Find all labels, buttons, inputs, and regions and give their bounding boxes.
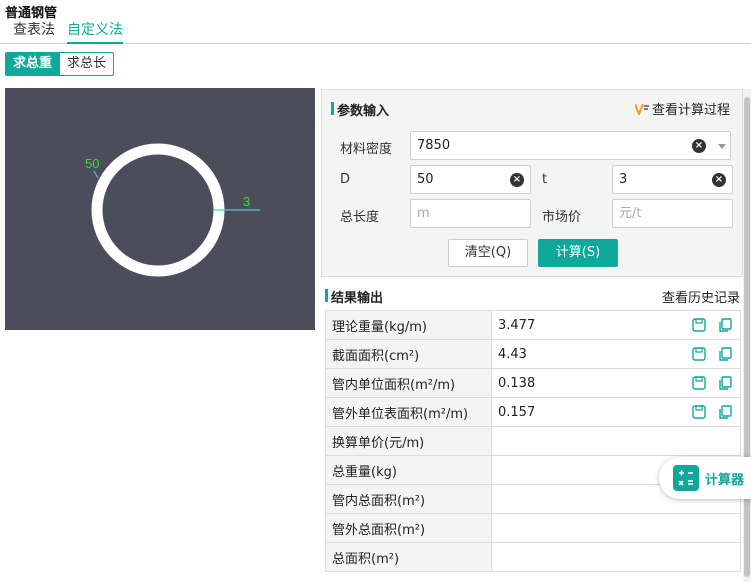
pipe-ring <box>91 143 225 277</box>
result-value-cell <box>491 542 741 572</box>
chevron-down-icon[interactable] <box>718 144 726 149</box>
t-value: 3 <box>619 172 628 187</box>
calculator-button[interactable]: 计算器 <box>659 457 751 499</box>
result-value: 3.477 <box>498 317 536 333</box>
result-label: 总重量(kg) <box>325 455 492 485</box>
scrollbar[interactable] <box>743 89 751 582</box>
row-actions <box>692 376 732 390</box>
result-label: 换算单价(元/m) <box>325 426 492 456</box>
thickness-label: 3 <box>243 194 250 209</box>
row-actions <box>692 405 732 419</box>
result-value: 0.138 <box>498 375 536 391</box>
result-value-cell: 3.477 <box>491 310 741 340</box>
d-value: 50 <box>417 172 434 187</box>
result-label: 管外单位表面积(m²/m) <box>325 397 492 427</box>
length-label: 总长度 <box>340 210 380 225</box>
length-input[interactable]: m <box>410 199 531 228</box>
total-length-button[interactable]: 求总长 <box>60 52 115 76</box>
results-title: 结果输出 <box>325 287 383 306</box>
params-panel: 参数输入 查看计算过程 材料密度 7850 × D 50 × t 3 × 总长度… <box>321 89 743 277</box>
results-table: 理论重量(kg/m) 3.477 截面面积(cm²) 4.43 管内单位面积(m²/m)… <box>325 310 741 572</box>
copy-icon[interactable] <box>718 376 732 390</box>
result-value-cell: 4.43 <box>491 339 741 369</box>
table-row: 换算单价(元/m) <box>325 426 741 456</box>
t-input[interactable]: 3 × <box>612 165 733 194</box>
save-icon[interactable] <box>692 347 706 361</box>
result-label: 理论重量(kg/m) <box>325 310 492 340</box>
d-input[interactable]: 50 × <box>410 165 531 194</box>
table-row: 总面积(m²) <box>325 542 741 572</box>
result-value-cell <box>491 513 741 543</box>
result-label: 总面积(m²) <box>325 542 492 572</box>
density-value: 7850 <box>417 138 451 153</box>
density-select[interactable]: 7850 × <box>410 131 731 160</box>
row-actions <box>692 347 732 361</box>
calculator-icon <box>673 465 699 491</box>
price-placeholder: 元/t <box>619 206 642 221</box>
result-label: 管内单位面积(m²/m) <box>325 368 492 398</box>
calculator-label: 计算器 <box>705 472 745 488</box>
d-label: D <box>340 172 351 187</box>
params-title: 参数输入 <box>331 100 389 119</box>
mode-toggle: 求总重 求总长 <box>5 52 115 76</box>
results-panel: 结果输出 查看历史记录 理论重量(kg/m) 3.477 截面面积(cm²) 4.43… <box>321 278 743 582</box>
density-clear-icon[interactable]: × <box>692 139 706 153</box>
scrollbar-thumb[interactable] <box>744 97 750 577</box>
outer-diameter-label: 50 <box>85 156 99 171</box>
history-link[interactable]: 查看历史记录 <box>662 287 740 306</box>
save-icon[interactable] <box>692 405 706 419</box>
result-value-cell: 0.138 <box>491 368 741 398</box>
view-process-link[interactable]: 查看计算过程 <box>634 99 730 118</box>
total-weight-button[interactable]: 求总重 <box>5 52 61 76</box>
length-placeholder: m <box>417 206 430 221</box>
result-value: 0.157 <box>498 404 536 420</box>
table-row: 管外总面积(m²) <box>325 513 741 543</box>
page-title: 普通钢管 <box>5 6 58 21</box>
copy-icon[interactable] <box>718 318 732 332</box>
density-label: 材料密度 <box>340 142 393 157</box>
d-clear-icon[interactable]: × <box>510 173 524 187</box>
calculate-button[interactable]: 计算(S) <box>538 239 618 267</box>
copy-icon[interactable] <box>718 347 732 361</box>
save-icon[interactable] <box>692 318 706 332</box>
clear-button[interactable]: 清空(Q) <box>448 239 528 267</box>
table-row: 管内单位面积(m²/m) 0.138 <box>325 368 741 398</box>
save-icon[interactable] <box>692 376 706 390</box>
t-label: t <box>542 172 548 187</box>
row-actions <box>692 318 732 332</box>
method-tabs: 查表法 自定义法 <box>0 20 751 44</box>
result-label: 管外总面积(m²) <box>325 513 492 543</box>
result-label: 截面面积(cm²) <box>325 339 492 369</box>
result-label: 管内总面积(m²) <box>325 484 492 514</box>
result-value-cell: 0.157 <box>491 397 741 427</box>
price-label: 市场价 <box>542 210 582 225</box>
result-value: 4.43 <box>498 346 527 362</box>
table-row: 管外单位表面积(m²/m) 0.157 <box>325 397 741 427</box>
price-input[interactable]: 元/t <box>612 199 733 228</box>
tab-table-method[interactable]: 查表法 <box>13 20 55 44</box>
view-process-label: 查看计算过程 <box>651 103 730 118</box>
pipe-cross-section-svg: 50 3 <box>85 143 260 277</box>
table-row: 截面面积(cm²) 4.43 <box>325 339 741 369</box>
outer-diameter-leader <box>93 170 99 179</box>
pipe-figure: 50 3 <box>5 88 315 330</box>
formula-icon <box>634 103 649 115</box>
table-row: 理论重量(kg/m) 3.477 <box>325 310 741 340</box>
t-clear-icon[interactable]: × <box>712 173 726 187</box>
result-value-cell <box>491 426 741 456</box>
copy-icon[interactable] <box>718 405 732 419</box>
tab-custom-method[interactable]: 自定义法 <box>67 20 123 44</box>
